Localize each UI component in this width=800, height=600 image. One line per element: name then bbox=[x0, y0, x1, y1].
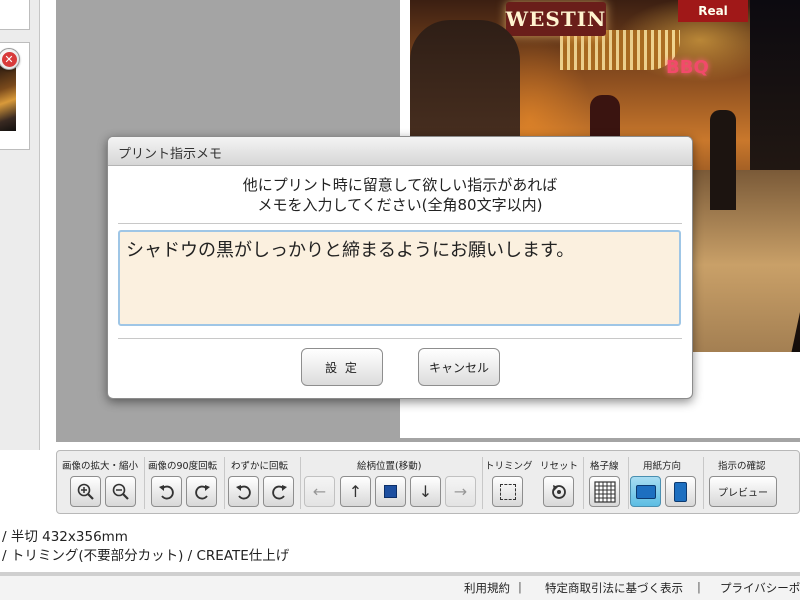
order-info-options: / トリミング(不要部分カット) / CREATE仕上げ bbox=[2, 548, 290, 564]
commerce-law-link[interactable]: 特定商取引法に基づく表示 bbox=[545, 580, 683, 596]
memo-wrap: シャドウの黒がしっかりと締まるようにお願いします。 bbox=[108, 224, 692, 330]
divider bbox=[583, 457, 584, 509]
rotate-fine-left-button[interactable] bbox=[228, 476, 259, 507]
reset-group-label: リセット bbox=[540, 461, 579, 472]
reset-button[interactable] bbox=[543, 476, 574, 507]
footer-separator: | bbox=[697, 580, 701, 594]
grid-group-label: 格子線 bbox=[590, 461, 619, 472]
memo-textarea[interactable]: シャドウの黒がしっかりと締まるようにお願いします。 bbox=[118, 230, 681, 326]
photo-person bbox=[710, 110, 736, 210]
portrait-icon bbox=[674, 481, 687, 502]
set-button[interactable]: 設 定 bbox=[301, 348, 383, 386]
move-up-button[interactable]: ↑ bbox=[340, 476, 371, 507]
zoom-in-icon bbox=[77, 483, 94, 500]
rotate-fine-right-button[interactable] bbox=[263, 476, 294, 507]
dialog-message-line2: メモを入力してください(全角80文字以内) bbox=[257, 196, 543, 214]
zoom-in-button[interactable] bbox=[70, 476, 101, 507]
arrow-left-icon: ← bbox=[312, 481, 327, 501]
close-icon: ✕ bbox=[1, 51, 17, 67]
order-info-size: / 半切 432x356mm bbox=[2, 529, 128, 545]
divider bbox=[144, 457, 145, 509]
landscape-button[interactable] bbox=[630, 476, 661, 507]
footer-separator: | bbox=[518, 580, 522, 594]
rotate-fine-group-label: わずかに回転 bbox=[231, 461, 289, 472]
arrow-right-icon: → bbox=[453, 481, 468, 501]
thumbnail-column: ✕ bbox=[0, 0, 40, 450]
arrow-up-icon: ↑ bbox=[348, 481, 363, 501]
divider bbox=[300, 457, 301, 509]
confirm-group-label: 指示の確認 bbox=[718, 461, 766, 472]
divider bbox=[703, 457, 704, 509]
rotate-right-icon bbox=[194, 484, 210, 499]
terms-link[interactable]: 利用規約 bbox=[464, 580, 510, 596]
edit-toolbar: 画像の拡大・縮小 画像の90度回転 わずかに回転 絵柄位置(移動) トリミング … bbox=[56, 450, 800, 514]
move-group-label: 絵柄位置(移動) bbox=[357, 461, 422, 472]
footer: 利用規約 | 特定商取引法に基づく表示 | プライバシーポ bbox=[0, 576, 800, 600]
photo-sign-secondary: Real bbox=[678, 0, 748, 22]
trim-group-label: トリミング bbox=[485, 461, 533, 472]
zoom-group-label: 画像の拡大・縮小 bbox=[62, 461, 139, 472]
arrow-down-icon: ↓ bbox=[418, 481, 433, 501]
order-info: / 半切 432x356mm / トリミング(不要部分カット) / CREATE… bbox=[0, 528, 800, 570]
orientation-group-label: 用紙方向 bbox=[643, 461, 682, 472]
move-down-button[interactable]: ↓ bbox=[410, 476, 441, 507]
divider bbox=[628, 457, 629, 509]
divider bbox=[224, 457, 225, 509]
zoom-out-icon bbox=[112, 483, 129, 500]
rotate-left-icon bbox=[158, 484, 174, 499]
dialog-button-row: 設 定 キャンセル bbox=[108, 348, 692, 388]
center-square-icon bbox=[384, 485, 397, 498]
reset-icon bbox=[551, 484, 566, 499]
rotate-left-button[interactable] bbox=[151, 476, 182, 507]
trim-icon bbox=[499, 483, 516, 500]
zoom-out-button[interactable] bbox=[105, 476, 136, 507]
move-center-button[interactable] bbox=[375, 476, 406, 507]
divider bbox=[118, 338, 682, 339]
move-left-button[interactable]: ← bbox=[304, 476, 335, 507]
preview-button[interactable]: プレビュー bbox=[709, 476, 777, 507]
photo-marquee-lights bbox=[560, 30, 680, 70]
divider bbox=[482, 457, 483, 509]
portrait-button[interactable] bbox=[665, 476, 696, 507]
thumbnail-image[interactable] bbox=[0, 65, 16, 131]
photo-night-sky bbox=[750, 0, 800, 180]
photo-neon-bbq: BBQ bbox=[666, 57, 709, 78]
rotate-fine-left-icon bbox=[235, 484, 251, 499]
rotate-fine-right-icon bbox=[271, 484, 287, 499]
dialog-message-line1: 他にプリント時に留意して欲しい指示があれば bbox=[242, 176, 558, 194]
privacy-link[interactable]: プライバシーポ bbox=[720, 580, 800, 596]
thumbnail-card[interactable] bbox=[0, 0, 30, 30]
move-right-button[interactable]: → bbox=[445, 476, 476, 507]
print-memo-dialog: プリント指示メモ 他にプリント時に留意して欲しい指示があれば メモを入力してくだ… bbox=[107, 136, 693, 399]
grid-toggle-button[interactable] bbox=[589, 476, 620, 507]
dialog-title: プリント指示メモ bbox=[108, 137, 692, 166]
landscape-icon bbox=[635, 484, 656, 499]
photo-sign: WESTIN bbox=[506, 2, 606, 36]
dialog-message: 他にプリント時に留意して欲しい指示があれば メモを入力してください(全角80文字… bbox=[108, 175, 692, 215]
cancel-button[interactable]: キャンセル bbox=[418, 348, 500, 386]
grid-icon bbox=[593, 480, 616, 503]
rotate90-group-label: 画像の90度回転 bbox=[148, 461, 218, 472]
trim-button[interactable] bbox=[492, 476, 523, 507]
rotate-right-button[interactable] bbox=[186, 476, 217, 507]
